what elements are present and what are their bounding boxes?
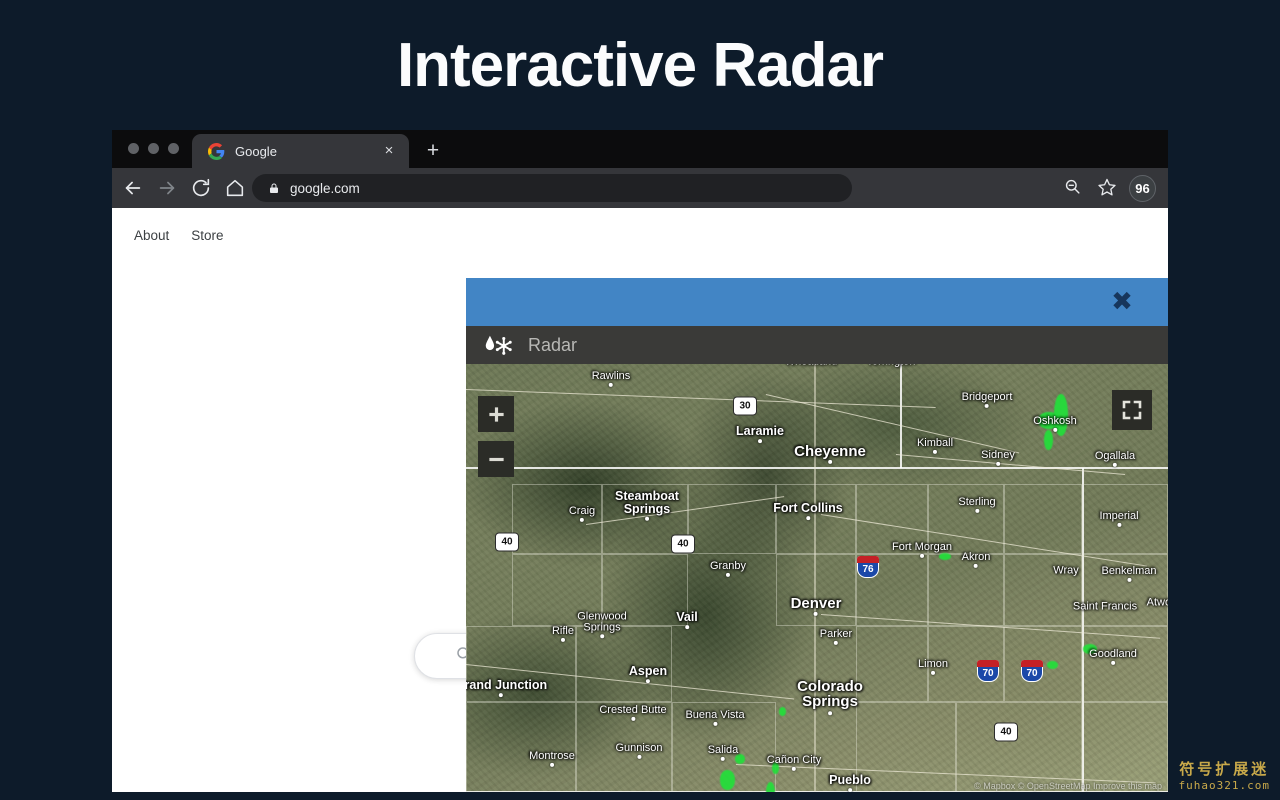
us-highway-shield: 40 — [994, 722, 1018, 742]
county-boundary — [1004, 554, 1082, 626]
us-highway-shield: 40 — [495, 532, 519, 552]
star-icon[interactable] — [1097, 177, 1119, 199]
state-boundary-line — [900, 467, 1168, 469]
state-boundary-line — [900, 364, 902, 468]
county-boundary — [688, 484, 776, 554]
radar-echo — [1083, 644, 1097, 654]
county-boundary — [776, 484, 856, 554]
radar-echo — [939, 553, 951, 560]
county-boundary — [466, 626, 576, 702]
profile-badge[interactable]: 96 — [1129, 174, 1156, 202]
county-boundary — [856, 702, 956, 792]
map-zoom-controls — [478, 396, 514, 486]
address-bar[interactable]: google.com — [252, 174, 852, 202]
lock-icon — [268, 182, 280, 195]
watermark-cn-text: 符号扩展迷 — [1179, 760, 1270, 778]
new-tab-button[interactable]: + — [422, 140, 444, 162]
us-highway-shield: 30 — [733, 396, 757, 416]
radar-echo — [720, 770, 735, 790]
radar-echo — [1047, 661, 1058, 669]
county-boundary — [576, 702, 672, 792]
fullscreen-expand-icon[interactable] — [1112, 390, 1152, 430]
county-boundary — [928, 554, 1004, 626]
reload-icon[interactable] — [190, 177, 212, 199]
page-content: About Store ✖ Radar © Mapbox © OpenStree… — [112, 208, 1168, 792]
raindrop-snowflake-icon — [482, 333, 520, 357]
zoom-in-button[interactable] — [478, 396, 514, 432]
window-close-dot[interactable] — [128, 143, 139, 154]
interstate-shield: 76 — [857, 556, 879, 578]
forward-arrow-icon — [156, 177, 178, 199]
radar-echo — [735, 754, 745, 764]
radar-echo — [779, 707, 786, 716]
county-boundary — [512, 484, 602, 554]
nav-link-about[interactable]: About — [134, 228, 169, 243]
browser-window: Google × + google.com 96 About Store ✖ R… — [112, 130, 1168, 792]
highway-line — [814, 364, 816, 792]
county-boundary — [856, 484, 928, 554]
county-boundary — [512, 554, 602, 626]
watermark: 符号扩展迷 fuhao321.com — [1179, 758, 1270, 792]
radar-widget: ✖ Radar © Mapbox © OpenStreetMap Improve… — [466, 278, 1168, 792]
radar-map[interactable]: © Mapbox © OpenStreetMap Improve this ma… — [466, 364, 1168, 792]
browser-tab-strip: Google × + — [112, 130, 1168, 168]
radar-title: Radar — [528, 334, 578, 355]
interstate-shield: 70 — [977, 660, 999, 682]
address-bar-url: google.com — [290, 180, 360, 196]
radar-title-bar: Radar Rain Light Heavy Mix — [466, 326, 1168, 405]
window-maximize-dot[interactable] — [168, 143, 179, 154]
browser-tab-title: Google — [235, 143, 277, 159]
zoom-out-button[interactable] — [478, 441, 514, 477]
radar-echo — [1044, 430, 1053, 450]
interstate-shield: 70 — [1021, 660, 1043, 682]
radar-echo — [1038, 412, 1060, 429]
toolbar-right-group: 96 — [1053, 168, 1160, 208]
us-highway-shield: 40 — [671, 534, 695, 554]
radar-widget-header-bar: ✖ — [466, 278, 1168, 326]
watermark-url-text: fuhao321.com — [1178, 779, 1270, 792]
map-attribution[interactable]: © Mapbox © OpenStreetMap Improve this ma… — [974, 781, 1162, 791]
page-title: Interactive Radar — [396, 31, 884, 100]
county-boundary — [1082, 554, 1168, 626]
nav-link-store[interactable]: Store — [191, 228, 223, 243]
county-boundary — [856, 626, 928, 702]
back-arrow-icon[interactable] — [122, 177, 144, 199]
browser-tab[interactable]: Google × — [192, 134, 409, 168]
county-boundary — [1082, 484, 1168, 554]
window-minimize-dot[interactable] — [148, 143, 159, 154]
browser-toolbar: google.com 96 — [112, 168, 1168, 208]
state-boundary-line — [466, 467, 900, 469]
radar-echo — [772, 762, 779, 774]
county-boundary — [576, 626, 672, 702]
county-boundary — [928, 484, 1004, 554]
county-boundary — [1004, 484, 1082, 554]
county-boundary — [602, 554, 688, 626]
page-nav-links: About Store — [134, 228, 224, 243]
county-boundary — [1004, 626, 1082, 702]
zoom-magnifier-icon[interactable] — [1063, 177, 1085, 199]
home-icon[interactable] — [224, 177, 246, 199]
county-boundary — [466, 702, 576, 792]
close-icon[interactable]: × — [381, 143, 397, 159]
county-boundary — [1082, 702, 1168, 792]
google-g-icon — [208, 142, 225, 160]
close-icon[interactable]: ✖ — [1108, 288, 1136, 316]
